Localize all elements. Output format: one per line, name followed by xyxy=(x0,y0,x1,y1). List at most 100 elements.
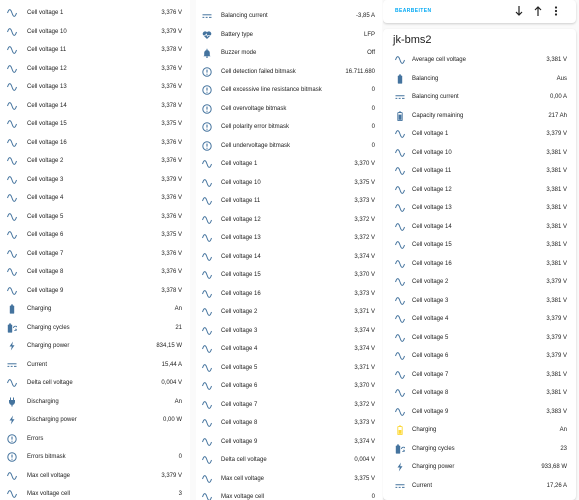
entity-label: Cell voltage 7 xyxy=(27,250,64,257)
entity-row-errors[interactable]: Errors xyxy=(0,430,190,448)
entity-row-cell-voltage-15[interactable]: Cell voltage 15 3,375 V xyxy=(0,115,190,133)
entity-label: Cell voltage 2 xyxy=(412,279,449,285)
entity-row-max-voltage-cell[interactable]: Max voltage cell 0 xyxy=(196,488,382,500)
entity-value: 3,376 V xyxy=(161,158,182,164)
entity-row-cell-detection-failed-bitmask[interactable]: Cell detection failed bitmask 16.711.680 xyxy=(196,63,382,81)
entity-row-cell-voltage-3[interactable]: Cell voltage 3 3,374 V xyxy=(196,322,382,340)
entity-row-cell-overvoltage-bitmask[interactable]: Cell overvoltage bitmask 0 xyxy=(196,100,382,118)
entity-row-cell-voltage-4[interactable]: Cell voltage 4 3,376 V xyxy=(0,189,190,207)
entity-row-cell-voltage-16[interactable]: Cell voltage 16 3,376 V xyxy=(0,134,190,152)
entity-row-cell-voltage-1[interactable]: Cell voltage 1 3,379 V xyxy=(383,125,576,143)
entity-row-cell-voltage-8[interactable]: Cell voltage 8 3,373 V xyxy=(196,414,382,432)
entity-row-charging-power[interactable]: Charging power 834,15 W xyxy=(0,337,190,355)
entity-value: 23 xyxy=(560,445,567,452)
entity-row-cell-voltage-11[interactable]: Cell voltage 11 3,381 V xyxy=(383,162,576,180)
entity-label: Cell voltage 16 xyxy=(27,139,67,146)
entity-row-cell-voltage-3[interactable]: Cell voltage 3 3,379 V xyxy=(0,171,190,189)
entity-row-battery-type[interactable]: Battery type LFP xyxy=(196,26,382,44)
entity-row-cell-voltage-12[interactable]: Cell voltage 12 3,372 V xyxy=(196,211,382,229)
entity-row-cell-voltage-9[interactable]: Cell voltage 9 3,378 V xyxy=(0,282,190,300)
entity-row-cell-voltage-8[interactable]: Cell voltage 8 3,376 V xyxy=(0,263,190,281)
entity-value: 0,004 V xyxy=(354,457,375,463)
entity-row-cell-voltage-4[interactable]: Cell voltage 4 3,379 V xyxy=(383,310,576,328)
entity-value: 3,381 V xyxy=(546,371,567,378)
entity-row-cell-voltage-16[interactable]: Cell voltage 16 3,381 V xyxy=(383,255,576,273)
entity-row-cell-voltage-1[interactable]: Cell voltage 1 3,376 V xyxy=(0,4,190,22)
entity-row-cell-voltage-2[interactable]: Cell voltage 2 3,379 V xyxy=(383,273,576,291)
entity-row-cell-voltage-9[interactable]: Cell voltage 9 3,383 V xyxy=(383,403,576,421)
entity-row-balancing-current[interactable]: Balancing current -3,85 A xyxy=(196,7,382,25)
entity-row-errors-bitmask[interactable]: Errors bitmask 0 xyxy=(0,448,190,466)
entity-row-cell-excessive-line-resistance-bitmask[interactable]: Cell excessive line resistance bitmask 0 xyxy=(196,81,382,99)
entity-row-max-voltage-cell[interactable]: Max voltage cell 3 xyxy=(0,485,190,500)
entity-row-max-cell-voltage[interactable]: Max cell voltage 3,379 V xyxy=(0,467,190,485)
more-vert-icon[interactable] xyxy=(551,5,561,17)
entity-row-cell-voltage-7[interactable]: Cell voltage 7 3,372 V xyxy=(196,396,382,414)
entity-row-cell-voltage-6[interactable]: Cell voltage 6 3,370 V xyxy=(196,377,382,395)
entity-row-cell-voltage-8[interactable]: Cell voltage 8 3,381 V xyxy=(383,384,576,402)
entity-row-balancing[interactable]: Balancing Aus xyxy=(383,70,576,88)
entity-row-cell-voltage-12[interactable]: Cell voltage 12 3,376 V xyxy=(0,60,190,78)
entity-row-cell-voltage-1[interactable]: Cell voltage 1 3,370 V xyxy=(196,155,382,173)
entity-row-cell-voltage-13[interactable]: Cell voltage 13 3,376 V xyxy=(0,78,190,96)
entity-row-current[interactable]: Current 17,26 A xyxy=(383,477,576,495)
entity-row-discharging[interactable]: Discharging An xyxy=(0,393,190,411)
entity-row-cell-voltage-7[interactable]: Cell voltage 7 3,376 V xyxy=(0,245,190,263)
entity-row-cell-voltage-3[interactable]: Cell voltage 3 3,381 V xyxy=(383,292,576,310)
entity-row-cell-voltage-14[interactable]: Cell voltage 14 3,381 V xyxy=(383,218,576,236)
entity-row-cell-voltage-13[interactable]: Cell voltage 13 3,381 V xyxy=(383,199,576,217)
sine-wave-icon xyxy=(395,148,405,158)
sine-wave-icon xyxy=(7,193,17,203)
entity-label: Cell voltage 1 xyxy=(412,131,449,137)
entity-row-cell-voltage-11[interactable]: Cell voltage 11 3,373 V xyxy=(196,192,382,210)
sine-wave-icon xyxy=(395,129,405,139)
arrow-up-icon[interactable] xyxy=(533,5,543,17)
entity-row-charging-power[interactable]: Charging power 933,68 W xyxy=(383,458,576,476)
entity-row-current[interactable]: Current 15,44 A xyxy=(0,356,190,374)
entity-row-cell-voltage-12[interactable]: Cell voltage 12 3,381 V xyxy=(383,181,576,199)
entities-column-right: BEARBEITEN jk-bms2 Average cell voltage 3… xyxy=(383,0,579,500)
entity-row-average-cell-voltage[interactable]: Average cell voltage 3,381 V xyxy=(383,51,576,69)
entity-row-cell-voltage-10[interactable]: Cell voltage 10 3,375 V xyxy=(196,174,382,192)
entity-row-cell-voltage-2[interactable]: Cell voltage 2 3,376 V xyxy=(0,152,190,170)
entity-row-buzzer-mode[interactable]: Buzzer mode Off xyxy=(196,44,382,62)
entity-row-cell-undervoltage-bitmask[interactable]: Cell undervoltage bitmask 0 xyxy=(196,137,382,155)
entity-row-cell-polarity-error-bitmask[interactable]: Cell polarity error bitmask 0 xyxy=(196,118,382,136)
entity-row-cell-voltage-6[interactable]: Cell voltage 6 3,375 V xyxy=(0,226,190,244)
entity-row-cell-voltage-16[interactable]: Cell voltage 16 3,373 V xyxy=(196,285,382,303)
entity-label: Cell voltage 16 xyxy=(221,290,261,297)
entity-row-cell-voltage-5[interactable]: Cell voltage 5 3,379 V xyxy=(383,329,576,347)
entity-value: 3,374 V xyxy=(354,327,375,334)
entity-row-cell-voltage-13[interactable]: Cell voltage 13 3,372 V xyxy=(196,229,382,247)
entity-label: Cell voltage 11 xyxy=(412,168,452,174)
entity-row-cell-voltage-14[interactable]: Cell voltage 14 3,378 V xyxy=(0,97,190,115)
entity-row-delta-cell-voltage[interactable]: Delta cell voltage 0,004 V xyxy=(0,374,190,392)
entity-row-capacity-remaining[interactable]: Capacity remaining 217 Ah xyxy=(383,107,576,125)
entity-row-cell-voltage-4[interactable]: Cell voltage 4 3,374 V xyxy=(196,340,382,358)
entity-value: 0 xyxy=(178,454,182,460)
entity-row-cell-voltage-11[interactable]: Cell voltage 11 3,378 V xyxy=(0,41,190,59)
entity-row-discharging-power[interactable]: Discharging power 0,00 W xyxy=(0,411,190,429)
entity-row-charging-cycles[interactable]: Charging cycles 21 xyxy=(0,319,190,337)
entity-row-cell-voltage-5[interactable]: Cell voltage 5 3,376 V xyxy=(0,208,190,226)
entity-row-cell-voltage-6[interactable]: Cell voltage 6 3,379 V xyxy=(383,347,576,365)
entity-row-cell-voltage-7[interactable]: Cell voltage 7 3,381 V xyxy=(383,366,576,384)
entity-row-cell-voltage-15[interactable]: Cell voltage 15 3,370 V xyxy=(196,266,382,284)
entity-row-cell-voltage-5[interactable]: Cell voltage 5 3,371 V xyxy=(196,359,382,377)
edit-button[interactable]: BEARBEITEN xyxy=(395,8,432,14)
entity-row-balancing-current[interactable]: Balancing current 0,00 A xyxy=(383,88,576,106)
sine-wave-icon xyxy=(395,370,405,380)
entity-row-delta-cell-voltage[interactable]: Delta cell voltage 0,004 V xyxy=(196,451,382,469)
entity-row-cell-voltage-2[interactable]: Cell voltage 2 3,371 V xyxy=(196,303,382,321)
entity-row-charging-cycles[interactable]: Charging cycles 23 xyxy=(383,440,576,458)
entity-row-charging[interactable]: Charging An xyxy=(0,300,190,318)
entity-row-cell-voltage-14[interactable]: Cell voltage 14 3,374 V xyxy=(196,248,382,266)
entity-row-cell-voltage-15[interactable]: Cell voltage 15 3,381 V xyxy=(383,236,576,254)
arrow-down-icon[interactable] xyxy=(514,5,524,17)
entity-row-cell-voltage-10[interactable]: Cell voltage 10 3,381 V xyxy=(383,144,576,162)
entity-row-cell-voltage-10[interactable]: Cell voltage 10 3,379 V xyxy=(0,23,190,41)
entity-row-charging[interactable]: Charging An xyxy=(383,421,576,439)
entity-label: Cell overvoltage bitmask xyxy=(221,105,287,112)
entity-row-cell-voltage-9[interactable]: Cell voltage 9 3,374 V xyxy=(196,433,382,451)
entity-row-max-cell-voltage[interactable]: Max cell voltage 3,375 V xyxy=(196,470,382,488)
